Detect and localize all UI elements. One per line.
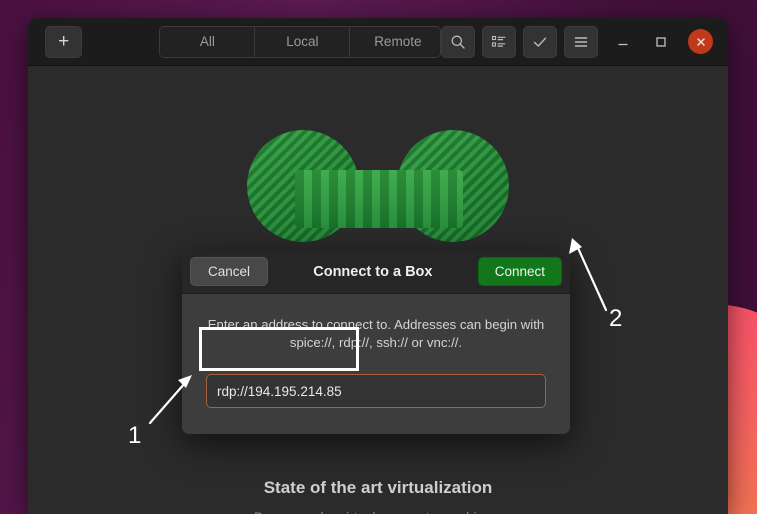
search-icon	[450, 34, 466, 50]
close-icon	[695, 36, 707, 48]
select-button[interactable]	[523, 26, 557, 58]
plus-icon: +	[58, 31, 69, 53]
maximize-icon	[654, 35, 668, 49]
dialog-description: Enter an address to connect to. Addresse…	[206, 316, 546, 352]
close-button[interactable]	[688, 29, 713, 54]
dialog-body: Enter an address to connect to. Addresse…	[182, 294, 570, 434]
tab-local-label: Local	[286, 34, 318, 49]
tab-remote[interactable]: Remote	[350, 27, 441, 57]
select-check-icon	[532, 34, 548, 50]
list-view-icon	[491, 34, 507, 50]
empty-state-line1: Boxes can be virtual or remote machines.	[28, 508, 728, 514]
list-view-button[interactable]	[482, 26, 516, 58]
dialog-header: Cancel Connect to a Box Connect	[182, 250, 570, 294]
search-button[interactable]	[441, 26, 475, 58]
view-filter-segmented-control: All Local Remote	[159, 26, 441, 58]
new-box-button[interactable]: +	[45, 26, 82, 58]
address-input[interactable]	[206, 374, 546, 408]
window-controls	[612, 29, 713, 54]
tab-all[interactable]: All	[160, 27, 255, 57]
empty-state-title: State of the art virtualization	[28, 478, 728, 498]
content-area: State of the art virtualization Boxes ca…	[28, 66, 728, 514]
tab-remote-label: Remote	[374, 34, 421, 49]
main-menu-button[interactable]	[564, 26, 598, 58]
connect-button[interactable]: Connect	[478, 257, 562, 286]
empty-state-text: State of the art virtualization Boxes ca…	[28, 478, 728, 514]
boxes-app-window: + All Local Remote	[28, 18, 728, 514]
screen: + All Local Remote	[0, 0, 757, 514]
minimize-icon	[616, 35, 630, 49]
tab-local[interactable]: Local	[255, 27, 350, 57]
maximize-button[interactable]	[650, 31, 672, 53]
illustration-bar	[295, 170, 463, 228]
minimize-button[interactable]	[612, 31, 634, 53]
tab-all-label: All	[200, 34, 215, 49]
connect-to-box-dialog: Cancel Connect to a Box Connect Enter an…	[182, 250, 570, 434]
hamburger-menu-icon	[573, 34, 589, 50]
empty-state-subtitle: Boxes can be virtual or remote machines.…	[28, 508, 728, 514]
cancel-button[interactable]: Cancel	[190, 257, 268, 286]
header-bar: + All Local Remote	[28, 18, 728, 66]
dialog-title: Connect to a Box	[313, 264, 432, 280]
header-icon-group	[441, 26, 598, 58]
